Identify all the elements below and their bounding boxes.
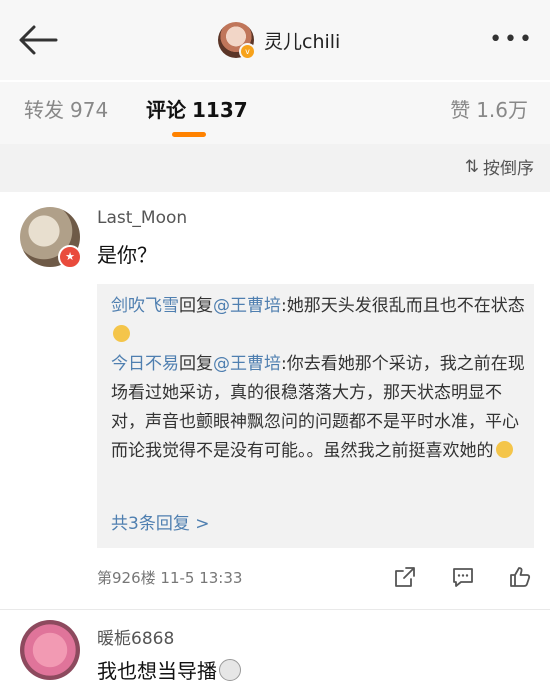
- emoji-icon: [219, 659, 241, 681]
- tab-count: 974: [70, 98, 109, 122]
- reply-mention[interactable]: @王曹培: [213, 354, 281, 374]
- page-title[interactable]: 灵儿chili: [264, 27, 340, 54]
- emoji-icon: [495, 441, 513, 458]
- comment-text-content: 我也想当导播: [97, 659, 217, 683]
- sort-icon: ⇅: [464, 156, 479, 177]
- tab-like[interactable]: 赞 1.6万: [450, 94, 528, 123]
- share-icon[interactable]: [393, 565, 417, 589]
- more-options-icon[interactable]: •••: [489, 29, 534, 51]
- reply-author[interactable]: 今日不易: [111, 354, 179, 374]
- divider: [0, 609, 550, 610]
- tab-label: 评论: [146, 98, 186, 122]
- view-more-replies[interactable]: 共3条回复 >: [111, 509, 209, 534]
- comment-text: 是你？: [97, 243, 157, 267]
- vip-badge-icon: v: [239, 43, 256, 60]
- comment-icon[interactable]: [451, 565, 475, 589]
- replies-box[interactable]: 剑吹飞雪回复@王曹培:她那天头发很乱而且也不在状态 今日不易回复@王曹培:你去看…: [97, 284, 534, 548]
- reply-text: :她那天头发很乱而且也不在状态: [281, 296, 525, 316]
- reply-item[interactable]: 今日不易回复@王曹培:你去看她那个采访，我之前在现场看过她采访，真的很稳落落大方…: [111, 350, 525, 466]
- tab-count: 1137: [192, 98, 248, 122]
- reply-author[interactable]: 剑吹飞雪: [111, 296, 179, 316]
- like-icon[interactable]: [508, 565, 532, 589]
- back-arrow-icon[interactable]: [16, 22, 60, 58]
- sort-bar: ⇅ 按倒序: [0, 144, 550, 192]
- tab-count: 1.6万: [476, 98, 528, 122]
- tab-label: 转发: [24, 98, 64, 122]
- reply-item[interactable]: 剑吹飞雪回复@王曹培:她那天头发很乱而且也不在状态: [111, 292, 525, 350]
- sort-label: 按倒序: [483, 159, 534, 179]
- tab-repost[interactable]: 转发 974: [24, 94, 108, 123]
- tab-label: 赞: [450, 98, 471, 122]
- avatar[interactable]: [20, 620, 80, 680]
- active-tab-indicator: [172, 132, 206, 137]
- header-user[interactable]: v 灵儿chili: [218, 20, 340, 60]
- sort-button[interactable]: ⇅ 按倒序: [464, 154, 534, 180]
- verified-badge-icon: ★: [58, 245, 82, 269]
- comment-username[interactable]: 暖栀6868: [97, 624, 174, 649]
- avatar[interactable]: v: [218, 22, 256, 60]
- comment-text: 我也想当导播: [97, 655, 241, 684]
- emoji-icon: [113, 325, 130, 342]
- comment-username[interactable]: Last_Moon: [97, 208, 187, 228]
- reply-word: 回复: [179, 354, 213, 374]
- reply-mention[interactable]: @王曹培: [213, 296, 281, 316]
- top-bar: v 灵儿chili •••: [0, 0, 550, 80]
- comment-meta: 第926楼 11-5 13:33: [97, 569, 243, 587]
- tab-bar: 转发 974 评论 1137 赞 1.6万: [0, 82, 550, 144]
- tab-comment[interactable]: 评论 1137: [146, 94, 248, 123]
- reply-word: 回复: [179, 296, 213, 316]
